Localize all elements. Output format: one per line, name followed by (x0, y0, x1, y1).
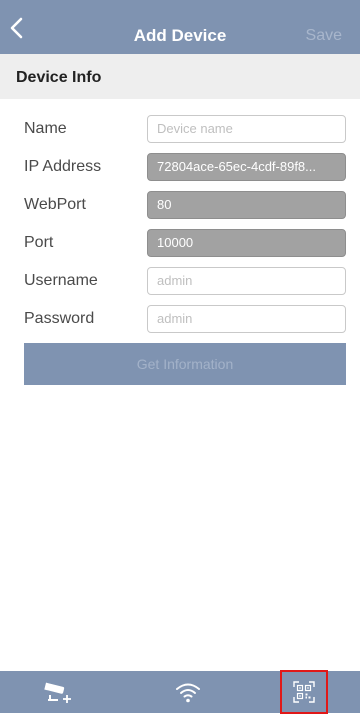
port-label: Port (24, 234, 54, 251)
port-row: Port 10000 (0, 226, 360, 260)
wifi-tab[interactable] (158, 671, 218, 713)
web-port-field: 80 (147, 191, 346, 219)
port-field: 10000 (147, 229, 346, 257)
get-information-button[interactable]: Get Information (24, 343, 346, 385)
add-camera-tab[interactable] (30, 671, 90, 713)
qr-scan-tab[interactable] (280, 670, 328, 714)
password-row: Password admin (0, 302, 360, 336)
password-label: Password (24, 310, 95, 327)
navigation-bar: Add Device Save (0, 0, 360, 54)
ip-address-label: IP Address (24, 158, 102, 175)
section-header: Device Info (0, 54, 360, 99)
web-port-label: WebPort (24, 196, 86, 213)
username-label: Username (24, 272, 98, 289)
name-label: Name (24, 120, 67, 137)
username-row: Username admin (0, 264, 360, 298)
bottom-tab-bar (0, 670, 360, 714)
ip-address-field: 72804ace-65ec-4cdf-89f8... (147, 153, 346, 181)
name-row: Name Device name (0, 112, 360, 146)
wifi-icon (176, 683, 200, 703)
web-port-row: WebPort 80 (0, 188, 360, 222)
ip-address-row: IP Address 72804ace-65ec-4cdf-89f8... (0, 150, 360, 184)
username-input[interactable]: admin (147, 267, 346, 295)
save-button[interactable]: Save (306, 26, 342, 46)
password-input[interactable]: admin (147, 305, 346, 333)
name-input[interactable]: Device name (147, 115, 346, 143)
section-title: Device Info (16, 69, 102, 86)
camera-add-icon (44, 682, 71, 703)
qr-scan-icon (293, 681, 315, 703)
